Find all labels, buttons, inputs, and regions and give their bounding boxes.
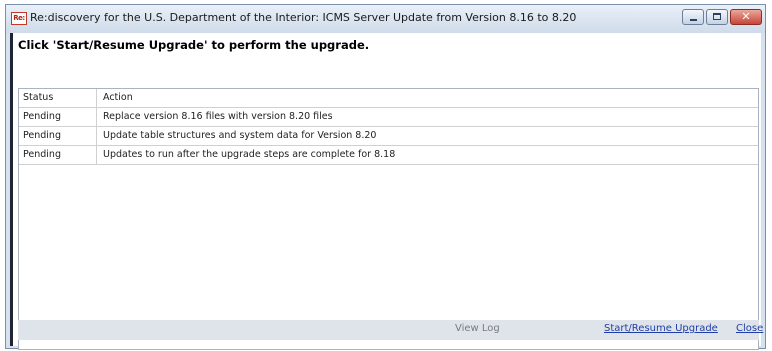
row-action: Update table structures and system data …: [103, 130, 377, 141]
maximize-icon: [713, 13, 721, 20]
window-content: Click 'Start/Resume Upgrade' to perform …: [10, 33, 763, 350]
instruction-text: Click 'Start/Resume Upgrade' to perform …: [18, 38, 370, 52]
footer-bar: View Log Start/Resume Upgrade Close: [18, 320, 763, 340]
upgrade-steps-table: Status Action Pending Replace version 8.…: [18, 88, 759, 350]
left-accent-bar: [10, 33, 13, 346]
table-row[interactable]: Pending Update table structures and syst…: [19, 127, 758, 146]
table-row[interactable]: Pending Replace version 8.16 files with …: [19, 108, 758, 127]
minimize-icon: [690, 19, 697, 21]
start-resume-upgrade-link[interactable]: Start/Resume Upgrade: [604, 323, 718, 334]
row-status: Pending: [19, 127, 97, 145]
minimize-button[interactable]: [682, 9, 704, 25]
row-action: Replace version 8.16 files with version …: [103, 111, 333, 122]
upgrade-window: Re: Re:discovery for the U.S. Department…: [5, 4, 766, 350]
table-header-row: Status Action: [19, 89, 758, 108]
window-title: Re:discovery for the U.S. Department of …: [30, 11, 577, 24]
row-status: Pending: [19, 108, 97, 126]
column-header-action[interactable]: Action: [97, 89, 758, 107]
close-link[interactable]: Close: [736, 323, 763, 334]
app-logo-icon: Re:: [11, 12, 27, 25]
column-header-status[interactable]: Status: [19, 89, 97, 107]
row-status: Pending: [19, 146, 97, 164]
title-bar[interactable]: Re: Re:discovery for the U.S. Department…: [6, 5, 765, 33]
close-window-button[interactable]: ✕: [730, 9, 762, 25]
table-row[interactable]: Pending Updates to run after the upgrade…: [19, 146, 758, 165]
close-icon: ✕: [741, 10, 751, 23]
row-action: Updates to run after the upgrade steps a…: [103, 149, 396, 160]
view-log-button[interactable]: View Log: [455, 323, 500, 334]
maximize-button[interactable]: [706, 9, 728, 25]
